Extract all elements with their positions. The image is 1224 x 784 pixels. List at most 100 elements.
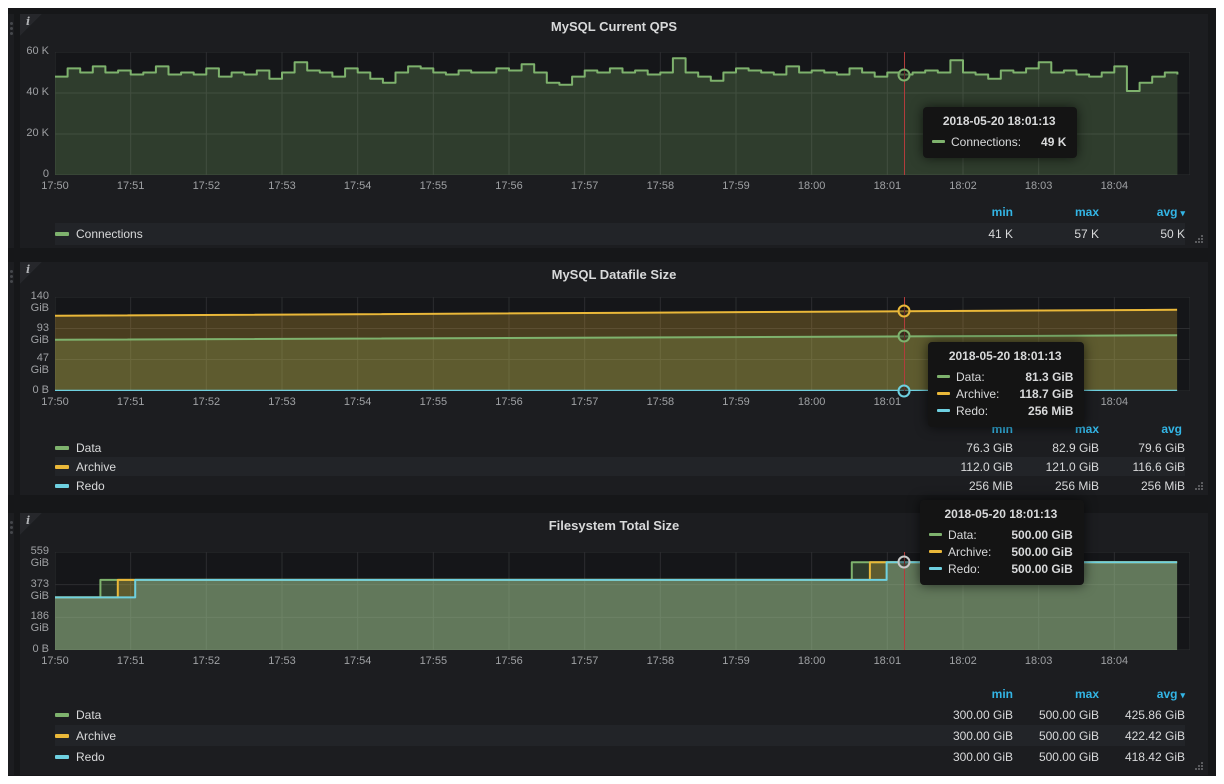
tooltip-value: 81.3 GiB <box>1011 370 1073 384</box>
legend-item-label: Redo <box>76 750 105 764</box>
stat-max: 57 K <box>1013 227 1099 241</box>
tooltip-datafile: 2018-05-20 18:01:13 Data: 81.3 GiB Archiv… <box>928 342 1084 427</box>
resize-handle[interactable] <box>1201 488 1203 490</box>
panel-drag-handle[interactable] <box>10 22 13 25</box>
tooltip-time: 2018-05-20 18:01:13 <box>932 114 1066 128</box>
series-color-dash <box>55 446 69 450</box>
x-axis-tick: 17:50 <box>41 396 69 408</box>
legend-item-archive[interactable]: Archive <box>55 729 927 743</box>
stat-max: 500.00 GiB <box>1013 729 1099 743</box>
y-axis-tick: 140 GiB <box>20 290 49 314</box>
series-color-dash <box>937 392 950 395</box>
stat-min: 300.00 GiB <box>927 750 1013 764</box>
legend-sort-avg[interactable]: avg <box>1099 422 1185 436</box>
x-axis-tick: 17:56 <box>495 396 523 408</box>
legend-item-data[interactable]: Data <box>55 708 927 722</box>
legend-sort-min[interactable]: min <box>927 205 1013 219</box>
legend-sort-avg[interactable]: avg▾ <box>1099 205 1185 219</box>
tooltip-series-label: Archive: <box>956 387 999 401</box>
stat-avg: 50 K <box>1099 227 1185 241</box>
legend-sort-min[interactable]: min <box>927 687 1013 701</box>
tooltip-series-label: Data: <box>956 370 985 384</box>
legend-sort-max[interactable]: max <box>1013 687 1099 701</box>
x-axis-tick: 17:59 <box>722 180 750 192</box>
legend: min max avg Data 76.3 GiB 82.9 GiB 79.6 … <box>55 419 1185 495</box>
x-axis-tick: 17:55 <box>420 396 448 408</box>
x-axis-tick: 17:53 <box>268 655 296 667</box>
resize-handle[interactable] <box>1201 241 1203 243</box>
legend-item-label: Redo <box>76 479 105 493</box>
legend-item-label: Data <box>76 708 101 722</box>
panel-drag-handle[interactable] <box>10 521 13 524</box>
x-axis-tick: 18:03 <box>1025 655 1053 667</box>
stat-max: 82.9 GiB <box>1013 441 1099 455</box>
tooltip-time: 2018-05-20 18:01:13 <box>937 349 1073 363</box>
row-edge <box>8 513 14 775</box>
legend-item-data[interactable]: Data <box>55 441 927 455</box>
legend-item-label: Data <box>76 441 101 455</box>
series-color-dash <box>55 465 69 469</box>
x-axis-tick: 18:04 <box>1101 180 1129 192</box>
series-color-dash <box>937 409 950 412</box>
tooltip-row: Archive: 118.7 GiB <box>937 385 1073 402</box>
series-color-dash <box>55 755 69 759</box>
x-axis-tick: 17:58 <box>647 396 675 408</box>
legend-item-archive[interactable]: Archive <box>55 460 927 474</box>
tooltip-row: Redo: 500.00 GiB <box>929 560 1073 577</box>
x-axis-tick: 18:02 <box>949 180 977 192</box>
stat-max: 256 MiB <box>1013 479 1099 493</box>
x-axis-tick: 18:01 <box>874 396 902 408</box>
stat-avg: 256 MiB <box>1099 479 1185 493</box>
legend-sort-avg[interactable]: avg▾ <box>1099 687 1185 701</box>
x-axis-tick: 17:58 <box>647 655 675 667</box>
legend-row-redo: Redo 300.00 GiB 500.00 GiB 418.42 GiB <box>55 746 1185 767</box>
x-axis-tick: 17:54 <box>344 180 372 192</box>
legend-item-redo[interactable]: Redo <box>55 750 927 764</box>
panel-title[interactable]: MySQL Current QPS <box>20 19 1208 34</box>
avg-label: avg <box>1161 422 1182 436</box>
x-axis-tick: 18:02 <box>949 655 977 667</box>
resize-handle[interactable] <box>1201 768 1203 770</box>
x-axis-tick: 17:56 <box>495 180 523 192</box>
x-axis-tick: 18:01 <box>874 180 902 192</box>
legend-sort-max[interactable]: max <box>1013 205 1099 219</box>
legend-row-data: Data 300.00 GiB 500.00 GiB 425.86 GiB <box>55 704 1185 725</box>
x-axis-tick: 18:01 <box>874 655 902 667</box>
x-axis-tick: 18:00 <box>798 655 826 667</box>
x-axis-tick: 18:00 <box>798 180 826 192</box>
x-axis-tick: 18:00 <box>798 396 826 408</box>
y-axis-tick: 0 B <box>20 643 49 655</box>
series-color-dash <box>937 375 950 378</box>
legend-item-redo[interactable]: Redo <box>55 479 927 493</box>
tooltip-value: 500.00 GiB <box>997 562 1072 576</box>
x-axis-tick: 17:55 <box>420 655 448 667</box>
tooltip-row: Connections:49 K <box>932 133 1066 150</box>
avg-label: avg <box>1157 205 1178 219</box>
panel-drag-handle[interactable] <box>10 270 13 273</box>
stat-max: 121.0 GiB <box>1013 460 1099 474</box>
x-axis-tick: 17:59 <box>722 655 750 667</box>
series-color-dash <box>929 533 942 536</box>
stat-avg: 79.6 GiB <box>1099 441 1185 455</box>
grafana-dashboard: i MySQL Current QPS 60 K40 K20 K017:5017… <box>8 8 1216 776</box>
hover-point-marker <box>897 556 910 569</box>
panel-title[interactable]: MySQL Datafile Size <box>20 267 1208 282</box>
x-axis-tick: 17:51 <box>117 180 145 192</box>
legend-item-connections[interactable]: Connections <box>55 227 927 241</box>
tooltip-value: 118.7 GiB <box>1005 387 1073 401</box>
y-axis-tick: 0 <box>20 168 49 180</box>
y-axis-tick: 186 GiB <box>20 610 49 634</box>
row-edge <box>8 14 14 248</box>
stat-avg: 116.6 GiB <box>1099 460 1185 474</box>
tooltip-series-label: Connections: <box>951 135 1021 149</box>
hover-point-marker <box>897 384 910 397</box>
tooltip-row: Archive:500.00 GiB <box>929 543 1073 560</box>
x-axis-tick: 17:53 <box>268 396 296 408</box>
legend-header-row: min max avg▾ <box>55 201 1185 223</box>
legend-item-label: Archive <box>76 729 116 743</box>
legend-row-archive: Archive 112.0 GiB 121.0 GiB 116.6 GiB <box>55 457 1185 476</box>
x-axis-tick: 17:54 <box>344 655 372 667</box>
legend-item-label: Archive <box>76 460 116 474</box>
series-color-dash <box>55 484 69 488</box>
tooltip-series-label: Redo: <box>948 562 980 576</box>
